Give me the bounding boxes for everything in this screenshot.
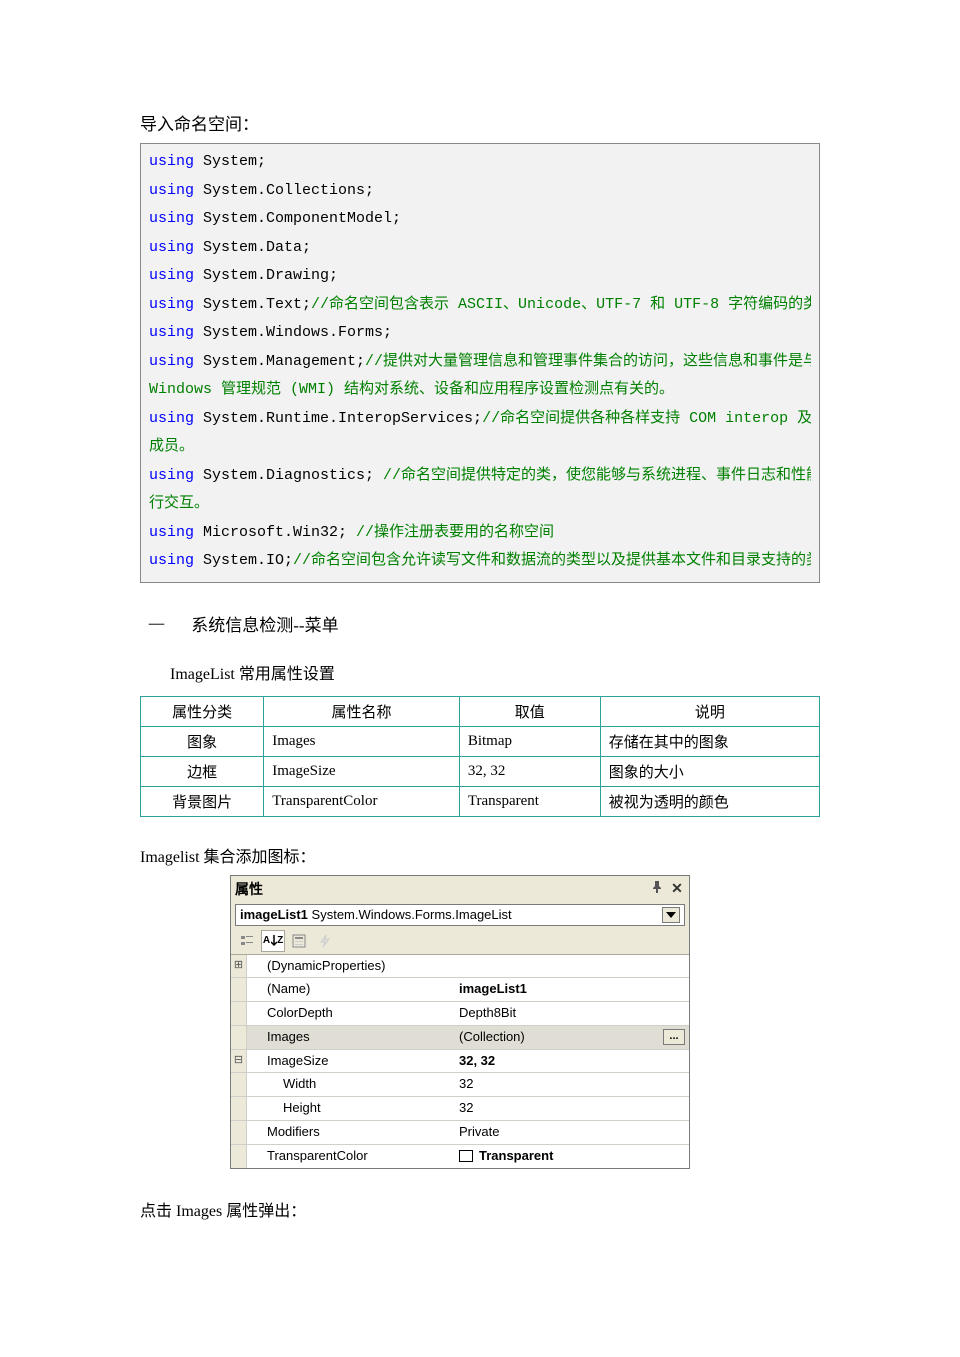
code-line: using Microsoft.Win32; //操作注册表要用的名称空间 [149,519,811,548]
property-row[interactable]: ⊟ImageSize32, 32 [231,1050,689,1074]
pin-icon[interactable] [649,881,665,897]
sub-heading-2: Imagelist 集合添加图标： [140,843,820,867]
table-cell: 被视为透明的颜色 [600,786,819,816]
code-line: using System.Collections; [149,177,811,206]
property-name: ColorDepth [247,1002,457,1025]
ellipsis-button[interactable]: ... [663,1029,685,1045]
property-row[interactable]: Images(Collection)... [231,1026,689,1050]
document-page: 导入命名空间： using System;using System.Collec… [0,0,960,1321]
object-selector[interactable]: imageList1 System.Windows.Forms.ImageLis… [235,904,685,926]
toggle-spacer [231,1145,247,1168]
property-table: 属性分类属性名称取值说明 图象ImagesBitmap存储在其中的图象边框Ima… [140,696,820,817]
table-cell: TransparentColor [264,786,460,816]
table-cell: ImageSize [264,756,460,786]
property-name: Height [247,1097,457,1120]
table-cell: 背景图片 [141,786,264,816]
code-block: using System;using System.Collections;us… [140,143,820,583]
table-row: 图象ImagesBitmap存储在其中的图象 [141,726,820,756]
property-value[interactable]: 32 [457,1073,689,1096]
property-name: Images [247,1026,457,1049]
properties-titlebar: 属性 ✕ [231,876,689,902]
expand-icon[interactable]: ⊞ [231,955,247,978]
property-value[interactable]: Private [457,1121,689,1144]
close-icon[interactable]: ✕ [669,881,685,897]
table-header-cell: 属性分类 [141,696,264,726]
property-grid: ⊞(DynamicProperties)(Name)imageList1Colo… [231,954,689,1168]
section-title-text: 系统信息检测--菜单 [191,616,338,635]
property-name: Modifiers [247,1121,457,1144]
properties-toolbar: AZ [231,928,689,954]
collapse-icon[interactable]: ⊟ [231,1050,247,1073]
toggle-spacer [231,1121,247,1144]
property-row[interactable]: ModifiersPrivate [231,1121,689,1145]
table-cell: Transparent [459,786,600,816]
property-name: Width [247,1073,457,1096]
properties-title: 属性 [235,879,645,899]
property-value[interactable]: Transparent [457,1145,689,1168]
section-title: 一 系统信息检测--菜单 [148,611,820,636]
property-value[interactable]: imageList1 [457,978,689,1001]
alphabetical-icon[interactable]: AZ [261,930,285,952]
property-value[interactable]: 32, 32 [457,1050,689,1073]
property-row[interactable]: TransparentColorTransparent [231,1145,689,1168]
code-line: using System.Runtime.InteropServices;//命… [149,405,811,434]
property-row[interactable]: ⊞(DynamicProperties) [231,955,689,979]
code-line: using System.Data; [149,234,811,263]
code-line: using System.Text;//命名空间包含表示 ASCII、Unico… [149,291,811,320]
property-name: (DynamicProperties) [247,955,457,978]
code-line: using System; [149,148,811,177]
code-line: Windows 管理规范 (WMI) 结构对系统、设备和应用程序设置检测点有关的… [149,376,811,405]
code-line: 成员。 [149,433,811,462]
table-cell: 图象 [141,726,264,756]
events-icon[interactable] [313,930,337,952]
section-number: 一 [148,611,165,636]
table-header-cell: 取值 [459,696,600,726]
property-value[interactable]: 32 [457,1097,689,1120]
code-line: using System.Drawing; [149,262,811,291]
table-row: 边框ImageSize32, 32图象的大小 [141,756,820,786]
property-row[interactable]: (Name)imageList1 [231,978,689,1002]
table-header-cell: 属性名称 [264,696,460,726]
table-cell: Images [264,726,460,756]
sub-heading: ImageList 常用属性设置 [170,660,820,684]
code-line: using System.Windows.Forms; [149,319,811,348]
table-cell: 边框 [141,756,264,786]
table-header-cell: 说明 [600,696,819,726]
code-line: using System.ComponentModel; [149,205,811,234]
toggle-spacer [231,1002,247,1025]
intro-heading: 导入命名空间： [140,110,820,135]
property-value[interactable]: Depth8Bit [457,1002,689,1025]
after-text: 点击 Images 属性弹出： [140,1197,820,1221]
property-row[interactable]: ColorDepthDepth8Bit [231,1002,689,1026]
property-row[interactable]: Height32 [231,1097,689,1121]
code-line: using System.Management;//提供对大量管理信息和管理事件… [149,348,811,377]
property-name: TransparentColor [247,1145,457,1168]
table-header-row: 属性分类属性名称取值说明 [141,696,820,726]
toggle-spacer [231,1097,247,1120]
properties-icon[interactable] [287,930,311,952]
property-name: (Name) [247,978,457,1001]
toggle-spacer [231,978,247,1001]
chevron-down-icon[interactable] [662,907,680,923]
property-name: ImageSize [247,1050,457,1073]
code-line: 行交互。 [149,490,811,519]
table-cell: 32, 32 [459,756,600,786]
property-value[interactable]: (Collection)... [457,1026,689,1049]
table-cell: 存储在其中的图象 [600,726,819,756]
object-selector-text: imageList1 System.Windows.Forms.ImageLis… [240,907,662,922]
property-value[interactable] [457,955,689,978]
property-row[interactable]: Width32 [231,1073,689,1097]
table-row: 背景图片TransparentColorTransparent被视为透明的颜色 [141,786,820,816]
color-swatch [459,1150,473,1162]
toggle-spacer [231,1073,247,1096]
table-cell: 图象的大小 [600,756,819,786]
code-line: using System.Diagnostics; //命名空间提供特定的类，使… [149,462,811,491]
categorized-icon[interactable] [235,930,259,952]
table-cell: Bitmap [459,726,600,756]
code-line: using System.IO;//命名空间包含允许读写文件和数据流的类型以及提… [149,547,811,576]
properties-window: 属性 ✕ imageList1 System.Windows.Forms.Ima… [230,875,690,1169]
toggle-spacer [231,1026,247,1049]
